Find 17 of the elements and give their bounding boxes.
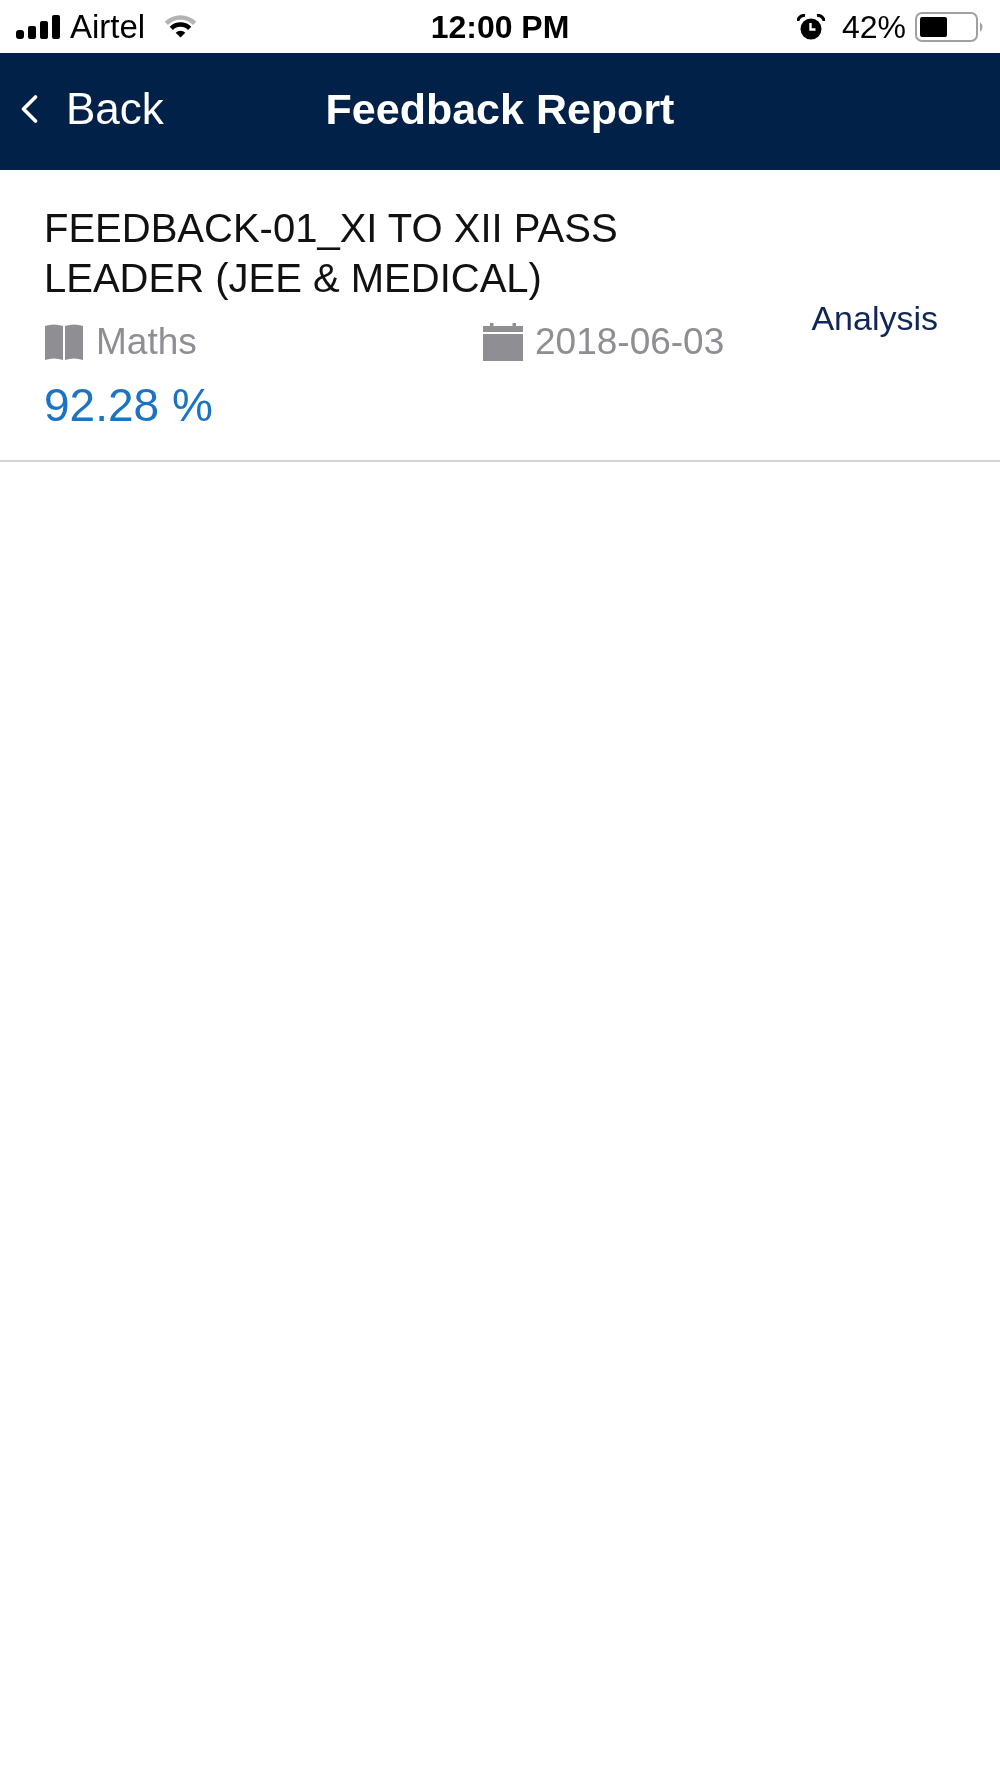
carrier-name: Airtel — [70, 6, 146, 47]
status-time: 12:00 PM — [430, 7, 570, 47]
signal-bars-icon — [16, 14, 60, 39]
chevron-left-icon — [20, 94, 38, 123]
analysis-link[interactable]: Analysis — [811, 297, 938, 338]
score-percent: 92.28 % — [44, 378, 214, 432]
battery-icon — [915, 11, 985, 42]
back-button[interactable]: Back — [20, 82, 164, 135]
book-icon — [44, 323, 84, 361]
battery-percent: 42% — [841, 7, 906, 47]
page-title: Feedback Report — [325, 83, 675, 135]
report-title: FEEDBACK-01_XI TO XII PASS LEADER (JEE & MEDICAL) — [44, 205, 619, 302]
subject-label: Maths — [96, 320, 197, 364]
alarm-clock-icon — [796, 13, 825, 40]
wifi-icon — [164, 15, 198, 38]
date-label: 2018-06-03 — [535, 320, 725, 364]
calendar-icon — [483, 323, 523, 361]
